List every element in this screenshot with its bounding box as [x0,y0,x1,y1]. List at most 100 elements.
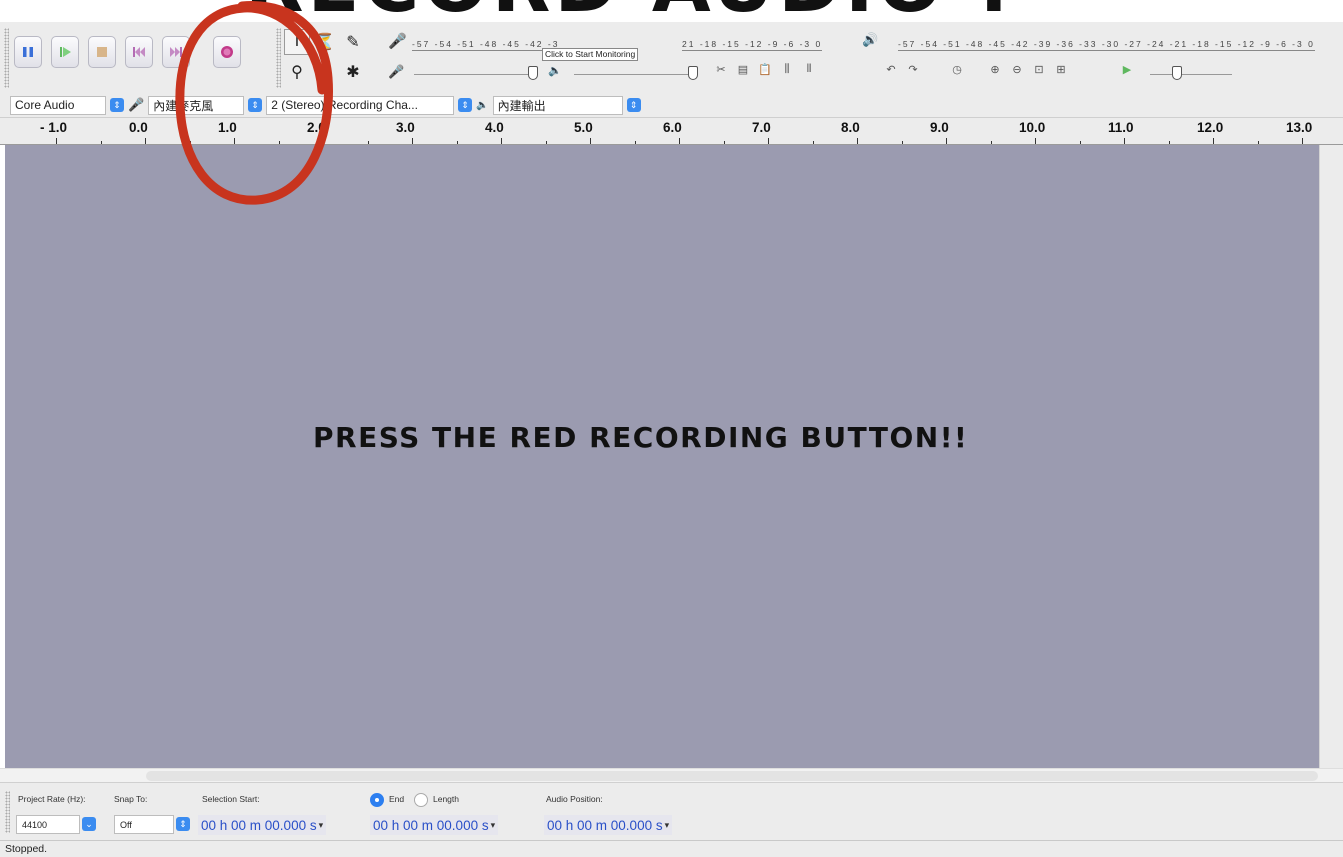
play-at-speed-icon[interactable]: ▶ [1118,60,1136,78]
tools-toolbar: I ⏳ ✎ ⚲ ↔ ✱ [284,29,367,88]
ruler-minor-tick [278,141,280,144]
project-rate-label: Project Rate (Hz): [18,794,86,804]
chevron-down-icon[interactable]: ⌄ [82,817,96,831]
project-rate-select[interactable]: 44100 ⌄ [16,815,96,834]
chevron-updown-icon[interactable]: ⇕ [176,817,190,831]
pause-button[interactable] [14,36,42,68]
audio-position-field[interactable]: 00 h 00 m 00.000 s ▾ [544,815,673,835]
ruler-tick [323,138,324,144]
undo-redo-toolbar: ↶ ↷ [882,60,922,78]
chevron-updown-icon[interactable]: ⇕ [110,98,124,112]
audio-host-value: Core Audio [15,98,75,112]
ruler-minor-tick [1168,141,1170,144]
ruler-label: 8.0 [841,120,860,135]
ruler-minor-tick [812,141,814,144]
ruler-minor-tick [634,141,636,144]
skip-to-start-button[interactable] [125,36,153,68]
time-shift-tool-icon[interactable]: ↔ [313,60,337,84]
horizontal-scrollbar[interactable] [0,768,1343,782]
playback-device-select[interactable]: 內建輸出 [492,95,623,115]
play-speed-track [1150,74,1232,75]
track-area[interactable]: Press the red recording button!! [5,145,1319,768]
chevron-updown-icon[interactable]: ⇕ [248,98,263,112]
ruler-tick [1124,138,1125,144]
envelope-tool-icon[interactable]: ⏳ [313,30,337,54]
selection-end-field[interactable]: 00 h 00 m 00.000 s ▾ [370,815,499,835]
undo-icon[interactable]: ↶ [882,60,900,78]
sync-lock-icon[interactable]: ◷ [948,60,966,78]
snap-to-value: Off [120,819,132,830]
ruler-label: 12.0 [1197,120,1224,135]
vertical-scrollbar[interactable] [1319,145,1343,768]
pause-icon [23,47,33,57]
toolbar-grip[interactable] [276,28,281,88]
dropdown-triangle-icon[interactable]: ▾ [665,820,670,831]
end-radio[interactable] [370,793,384,807]
playback-device-value: 內建輸出 [497,98,546,113]
paste-icon[interactable]: 📋 [756,60,774,78]
playback-meter[interactable]: -57 -54 -51 -48 -45 -42 -39 -36 -33 -30 … [898,34,1315,54]
selection-end-value: 00 h 00 m 00.000 s [373,817,489,833]
recording-device-select[interactable]: 內建麥克風 [148,95,245,115]
ruler-tick [1035,138,1036,144]
redo-icon[interactable]: ↷ [904,60,922,78]
recording-channels-select[interactable]: 2 (Stereo) Recording Cha... [266,95,455,115]
trim-icon[interactable]: ⫼ [778,60,796,78]
toolbar-grip[interactable] [5,791,10,833]
toolbar-area: I ⏳ ✎ ⚲ ↔ ✱ 🎤 -57 -54 -51 -48 -45 -42 -3… [0,22,1343,122]
silence-icon[interactable]: ⫴ [800,60,818,78]
scrollbar-thumb[interactable] [146,771,1318,781]
length-radio[interactable] [414,793,428,807]
play-button[interactable] [51,36,79,68]
dropdown-triangle-icon[interactable]: ▾ [491,820,496,831]
toolbar-grip[interactable] [4,28,9,88]
speaker-device-icon: 🔈 [476,99,489,111]
audio-host-select[interactable]: Core Audio [10,95,106,115]
play-speed-slider[interactable] [1172,66,1182,80]
zoom-in-icon[interactable]: ⊕ [986,60,1004,78]
ruler-tick [145,138,146,144]
copy-icon[interactable]: ▤ [734,60,752,78]
ruler-label: 4.0 [485,120,504,135]
zoom-tool-icon[interactable]: ⚲ [285,60,309,84]
monitor-tooltip[interactable]: Click to Start Monitoring [542,48,639,61]
ruler-tick [1213,138,1214,144]
input-volume-track [414,74,532,75]
record-meter[interactable]: -57 -54 -51 -48 -45 -42 -3 [412,34,560,54]
sync-lock-toolbar: ◷ [948,60,966,78]
play-icon [60,47,71,57]
timeline-ruler[interactable]: - 1.0 0.0 1.0 2.0 3.0 4.0 5.0 6.0 7.0 8.0 9.0 10.0 1… [0,117,1343,145]
ruler-label: 1.0 [218,120,237,135]
stop-icon [97,47,107,57]
ruler-minor-tick [456,141,458,144]
ruler-label: 3.0 [396,120,415,135]
fit-selection-icon[interactable]: ⊡ [1030,60,1048,78]
chevron-updown-icon[interactable]: ⇕ [458,98,473,112]
stop-button[interactable] [88,36,116,68]
selection-tool-icon[interactable]: I [284,29,310,55]
chevron-updown-icon[interactable]: ⇕ [626,98,641,112]
zoom-out-icon[interactable]: ⊖ [1008,60,1026,78]
snap-to-select[interactable]: Off ⇕ [114,815,190,834]
ruler-minor-tick [545,141,547,144]
cut-icon[interactable]: ✂ [712,60,730,78]
ruler-tick [1302,138,1303,144]
ruler-tick [768,138,769,144]
recording-channels-value: 2 (Stereo) Recording Cha... [271,98,418,112]
ruler-tick [56,138,57,144]
selection-start-field[interactable]: 00 h 00 m 00.000 s ▾ [198,815,327,835]
mic-device-icon: 🎤 [128,97,145,112]
instruction-text: Press the red recording button!! [313,421,969,454]
fit-project-icon[interactable]: ⊞ [1052,60,1070,78]
speaker-meter-icon: 🔊 [862,32,879,47]
output-volume-slider[interactable] [688,66,698,80]
ruler-tick [234,138,235,144]
draw-tool-icon[interactable]: ✎ [341,30,365,54]
skip-to-end-button[interactable] [162,36,190,68]
audio-position-value: 00 h 00 m 00.000 s [547,817,663,833]
dropdown-triangle-icon[interactable]: ▾ [319,820,324,831]
multi-tool-icon[interactable]: ✱ [341,60,365,84]
input-volume-slider[interactable] [528,66,538,80]
record-button[interactable] [213,36,241,68]
device-toolbar: Core Audio ⇕ 🎤 內建麥克風 ⇕ 2 (Stereo) Record… [10,94,641,116]
